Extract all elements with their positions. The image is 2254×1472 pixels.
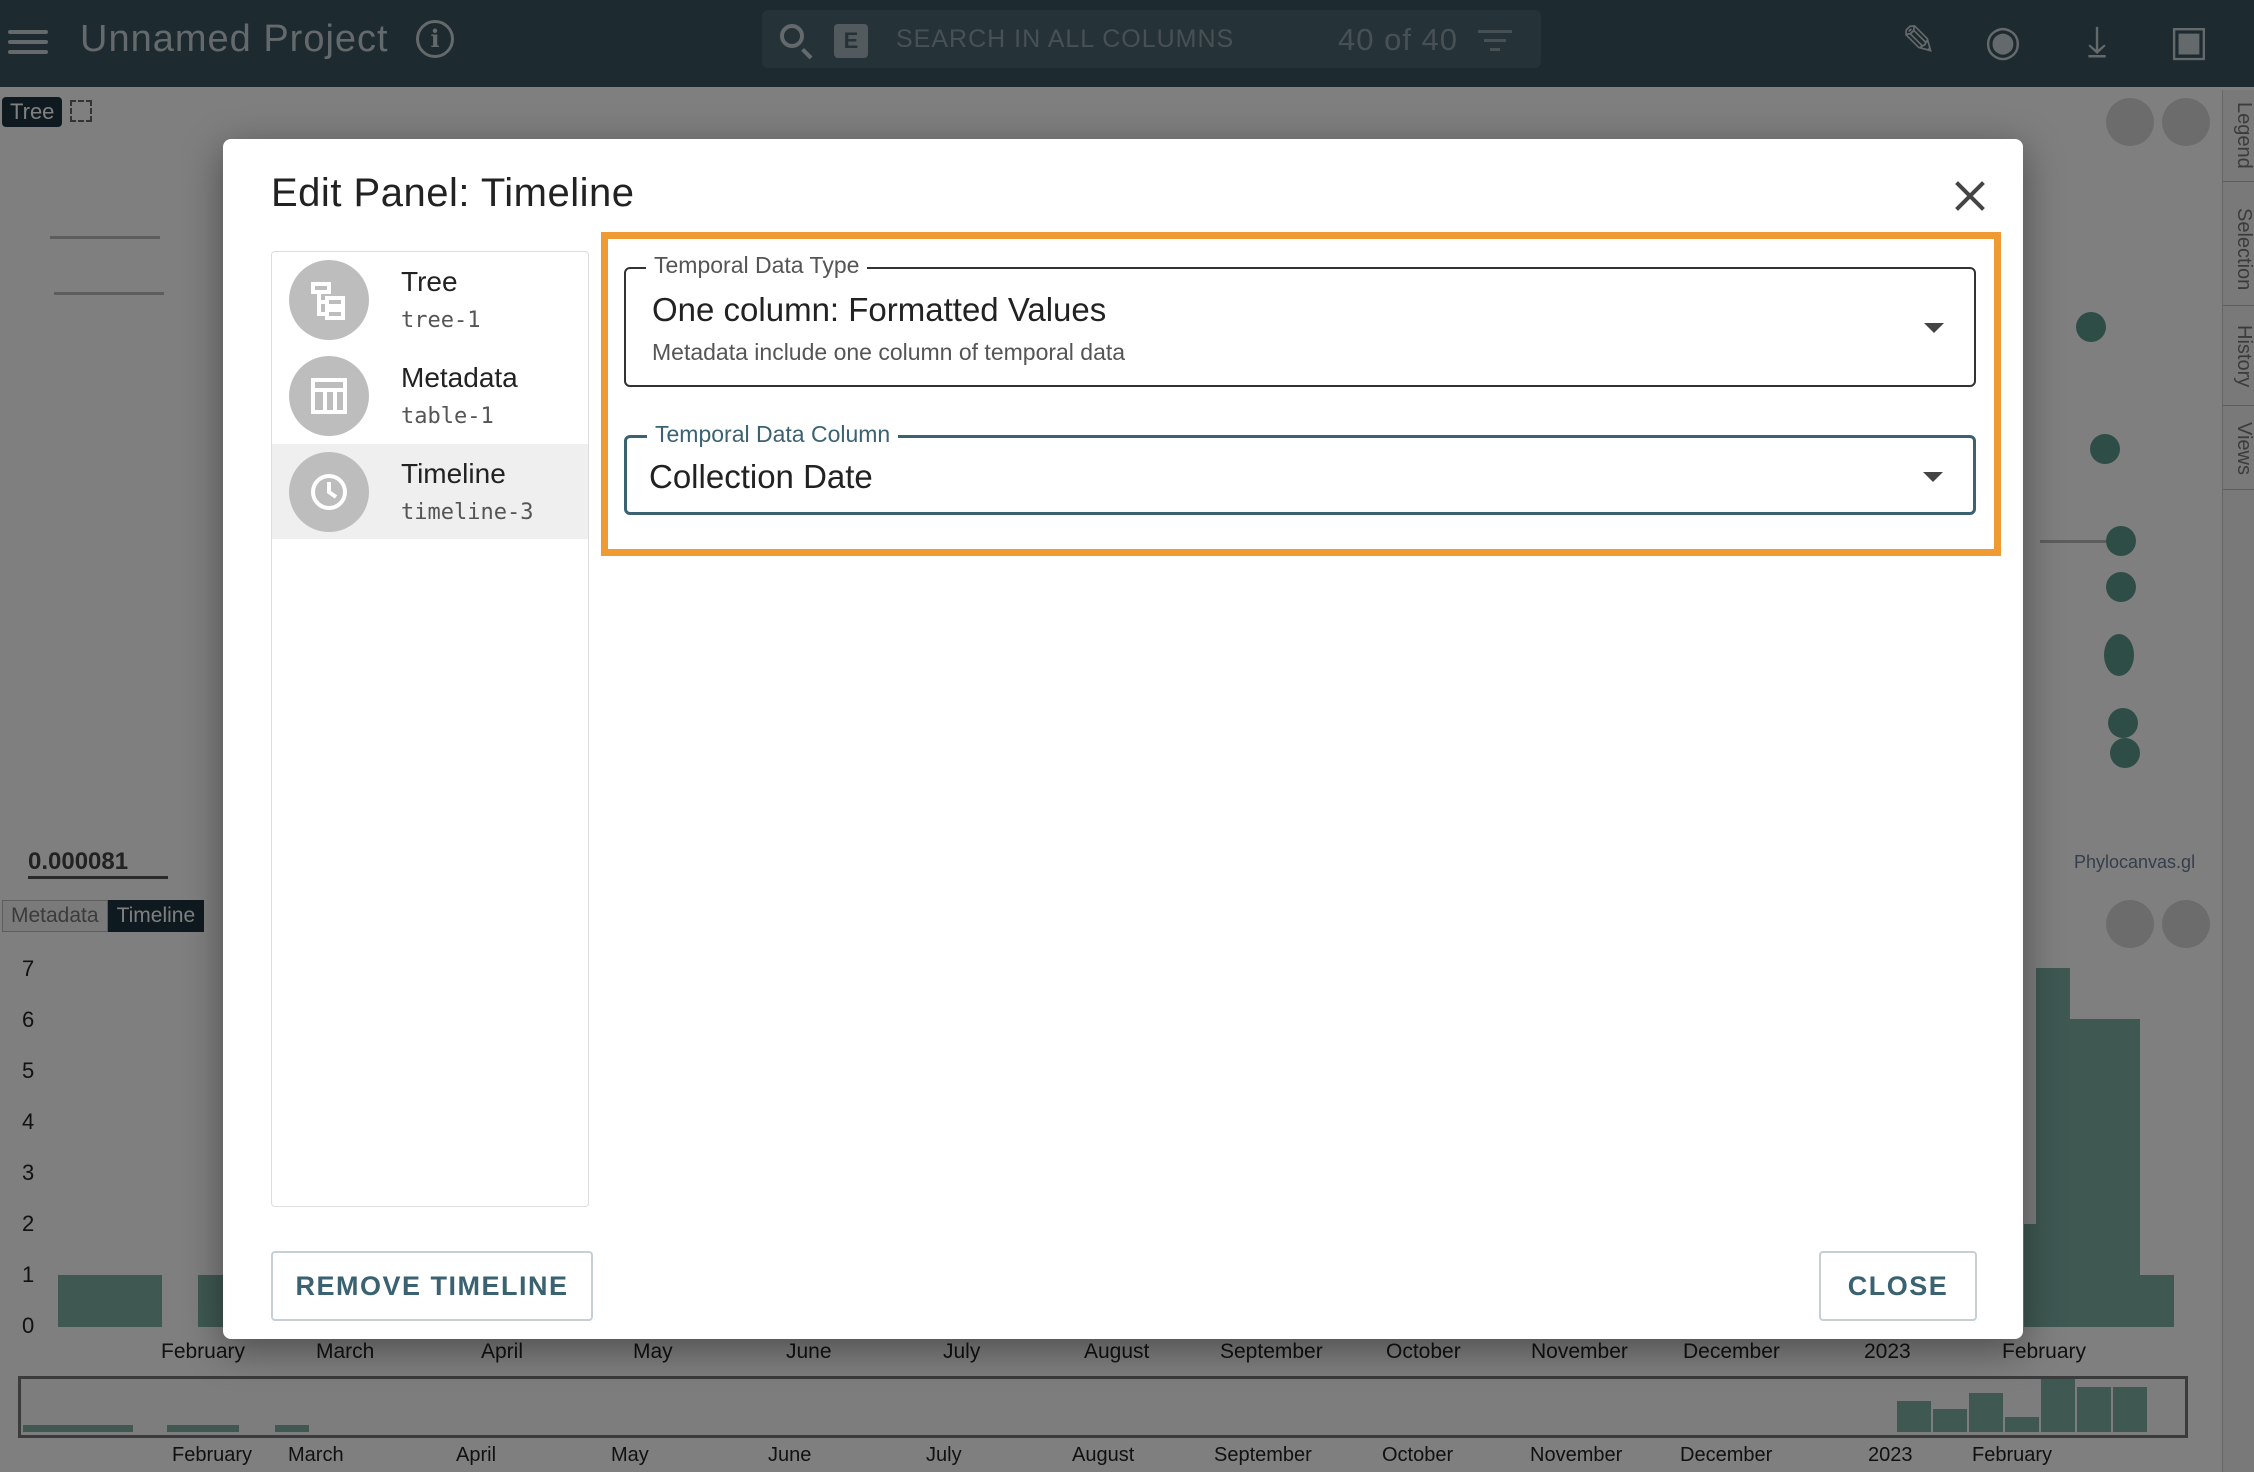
- remove-timeline-button[interactable]: REMOVE TIMELINE: [271, 1251, 593, 1321]
- field-label: Temporal Data Column: [647, 421, 899, 448]
- tree-icon: [289, 260, 369, 340]
- temporal-data-type-select[interactable]: Temporal Data Type One column: Formatted…: [624, 252, 1976, 387]
- panel-item-id: tree-1: [401, 308, 481, 333]
- panel-item-title: Tree: [401, 266, 458, 297]
- panel-item-timeline[interactable]: Timeline timeline-3: [272, 444, 588, 539]
- panel-item-metadata[interactable]: Metadata table-1: [272, 348, 588, 443]
- panel-item-id: timeline-3: [401, 500, 534, 525]
- chevron-down-icon: [1923, 472, 1943, 482]
- panel-list: Tree tree-1 Metadata table-1 Timeline ti…: [271, 251, 589, 1207]
- field-label: Temporal Data Type: [646, 252, 868, 279]
- panel-item-id: table-1: [401, 404, 494, 429]
- chevron-down-icon: [1924, 323, 1944, 333]
- panel-item-title: Timeline: [401, 458, 506, 489]
- dialog-title: Edit Panel: Timeline: [271, 171, 635, 215]
- field-secondary-text: Metadata include one column of temporal …: [652, 339, 1126, 365]
- table-icon: [289, 356, 369, 436]
- clock-icon: [289, 452, 369, 532]
- field-value: One column: Formatted Values: [652, 291, 1107, 328]
- close-button[interactable]: CLOSE: [1819, 1251, 1977, 1321]
- field-value: Collection Date: [649, 458, 873, 495]
- close-icon[interactable]: [1950, 175, 1990, 215]
- temporal-data-column-select[interactable]: Temporal Data Column Collection Date: [624, 421, 1976, 515]
- panel-item-tree[interactable]: Tree tree-1: [272, 252, 588, 347]
- edit-panel-dialog: Edit Panel: Timeline Tree tree-1 Metadat…: [223, 139, 2023, 1339]
- panel-item-title: Metadata: [401, 362, 518, 393]
